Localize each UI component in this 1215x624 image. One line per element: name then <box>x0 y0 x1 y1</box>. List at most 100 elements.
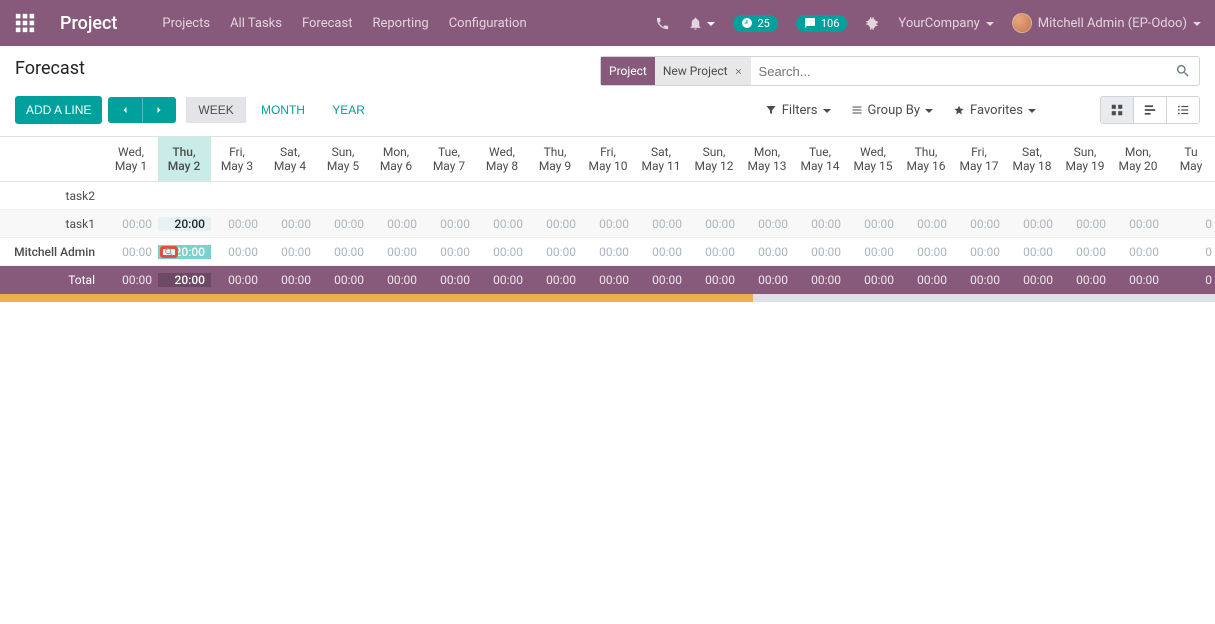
date-column[interactable]: TuMay <box>1165 137 1215 181</box>
date-column[interactable]: Thu,May 2 <box>158 137 211 181</box>
messaging-badge[interactable]: 106 <box>796 15 848 32</box>
chat-icon <box>804 17 816 29</box>
activity-count: 25 <box>758 17 770 30</box>
view-list-button[interactable] <box>1167 97 1199 123</box>
nav-forecast[interactable]: Forecast <box>302 16 352 31</box>
brand-title[interactable]: Project <box>60 13 117 34</box>
nav-configuration[interactable]: Configuration <box>449 16 527 31</box>
value-cell[interactable]: 00:00 <box>476 217 529 231</box>
value-cell[interactable]: 00:00 <box>211 217 264 231</box>
value-cell[interactable]: 00:00 <box>529 245 582 259</box>
scale-year-button[interactable]: YEAR <box>320 97 377 123</box>
value-cell[interactable]: 00:00 <box>370 217 423 231</box>
value-cell[interactable]: 00:00 <box>105 245 158 259</box>
next-button[interactable] <box>142 97 176 123</box>
date-column[interactable]: Fri,May 3 <box>211 137 264 181</box>
user-menu[interactable]: Mitchell Admin (EP-Odoo) <box>1012 13 1201 33</box>
value-cell[interactable]: 00:00 <box>953 217 1006 231</box>
nav-projects[interactable]: Projects <box>162 16 210 31</box>
value-cell[interactable]: 00:00 <box>635 217 688 231</box>
value-cell[interactable]: 00:00 <box>1112 245 1165 259</box>
apps-icon[interactable] <box>14 12 36 34</box>
company-switcher[interactable]: YourCompany <box>898 16 993 31</box>
nav-reporting[interactable]: Reporting <box>372 16 428 31</box>
value-cell[interactable]: 00:00 <box>688 217 741 231</box>
scale-week-button[interactable]: WEEK <box>186 97 245 123</box>
date-column[interactable]: Wed,May 15 <box>847 137 900 181</box>
value-cell[interactable]: 00:00 <box>529 217 582 231</box>
total-cell: 00:00 <box>105 273 158 287</box>
value-cell[interactable]: 0 <box>1165 217 1215 231</box>
date-column[interactable]: Wed,May 1 <box>105 137 158 181</box>
value-cell[interactable]: 00:00 <box>1059 245 1112 259</box>
date-column[interactable]: Thu,May 9 <box>529 137 582 181</box>
search-box[interactable]: Project New Project <box>600 56 1200 86</box>
search-icon[interactable] <box>1175 63 1191 79</box>
date-column[interactable]: Sat,May 11 <box>635 137 688 181</box>
group-by-dropdown[interactable]: Group By <box>845 99 940 122</box>
value-cell[interactable]: 00:00 <box>423 245 476 259</box>
value-cell[interactable]: 00:00 <box>1059 217 1112 231</box>
value-cell[interactable]: 00:00 <box>900 217 953 231</box>
prev-button[interactable] <box>108 97 142 123</box>
value-cell[interactable]: 00:00 <box>741 217 794 231</box>
value-cell[interactable]: 00:00 <box>582 217 635 231</box>
date-column[interactable]: Sun,May 19 <box>1059 137 1112 181</box>
value-cell[interactable]: 00:00 <box>900 245 953 259</box>
value-cell[interactable]: 00:00 <box>794 217 847 231</box>
total-label: Total <box>0 273 105 287</box>
value-cell[interactable]: 00:00 <box>476 245 529 259</box>
date-column[interactable]: Sun,May 5 <box>317 137 370 181</box>
view-kanban-button[interactable] <box>1101 97 1134 123</box>
search-input[interactable] <box>751 64 1175 79</box>
date-column[interactable]: Thu,May 16 <box>900 137 953 181</box>
date-column[interactable]: Tue,May 14 <box>794 137 847 181</box>
date-column[interactable]: Tue,May 7 <box>423 137 476 181</box>
value-cell[interactable]: 00:00 <box>794 245 847 259</box>
value-cell[interactable]: 00:00 <box>953 245 1006 259</box>
add-a-line-button[interactable]: ADD A LINE <box>15 96 102 124</box>
date-column[interactable]: Wed,May 8 <box>476 137 529 181</box>
close-icon[interactable] <box>734 67 743 76</box>
value-cell[interactable]: 00:00 <box>211 245 264 259</box>
date-column[interactable]: Mon,May 13 <box>741 137 794 181</box>
date-column[interactable]: Fri,May 17 <box>953 137 1006 181</box>
date-column[interactable]: Fri,May 10 <box>582 137 635 181</box>
value-cell[interactable]: 00:00 <box>847 217 900 231</box>
date-column[interactable]: Sun,May 12 <box>688 137 741 181</box>
activity-badge[interactable]: 25 <box>733 15 778 32</box>
bug-icon[interactable] <box>865 16 880 31</box>
phone-icon[interactable] <box>655 16 670 31</box>
value-cell[interactable]: 00:00 <box>847 245 900 259</box>
date-column[interactable]: Mon,May 6 <box>370 137 423 181</box>
date-column[interactable]: Sat,May 18 <box>1006 137 1059 181</box>
date-column[interactable]: Mon,May 20 <box>1112 137 1165 181</box>
value-cell[interactable]: 00:00 <box>1112 217 1165 231</box>
breadcrumb: Forecast <box>15 58 85 79</box>
value-cell[interactable]: 20:00 <box>158 245 211 259</box>
value-cell[interactable]: 00:00 <box>1006 217 1059 231</box>
favorites-dropdown[interactable]: Favorites <box>947 99 1042 122</box>
scale-month-button[interactable]: MONTH <box>249 97 317 123</box>
value-cell[interactable]: 00:00 <box>688 245 741 259</box>
value-cell[interactable]: 00:00 <box>741 245 794 259</box>
nav-all-tasks[interactable]: All Tasks <box>230 16 282 31</box>
value-cell[interactable]: 00:00 <box>105 217 158 231</box>
value-cell[interactable]: 00:00 <box>317 245 370 259</box>
date-column[interactable]: Sat,May 4 <box>264 137 317 181</box>
filters-dropdown[interactable]: Filters <box>759 99 837 122</box>
value-cell[interactable]: 20:00 <box>158 217 211 231</box>
value-cell[interactable]: 00:00 <box>317 217 370 231</box>
value-cell[interactable]: 00:00 <box>264 245 317 259</box>
value-cell[interactable]: 00:00 <box>1006 245 1059 259</box>
total-cell: 00:00 <box>317 273 370 287</box>
value-cell[interactable]: 0 <box>1165 245 1215 259</box>
magnify-icon[interactable] <box>160 246 178 258</box>
value-cell[interactable]: 00:00 <box>264 217 317 231</box>
value-cell[interactable]: 00:00 <box>635 245 688 259</box>
value-cell[interactable]: 00:00 <box>582 245 635 259</box>
notifications[interactable] <box>688 16 715 31</box>
value-cell[interactable]: 00:00 <box>423 217 476 231</box>
value-cell[interactable]: 00:00 <box>370 245 423 259</box>
view-gantt-button[interactable] <box>1134 97 1167 123</box>
